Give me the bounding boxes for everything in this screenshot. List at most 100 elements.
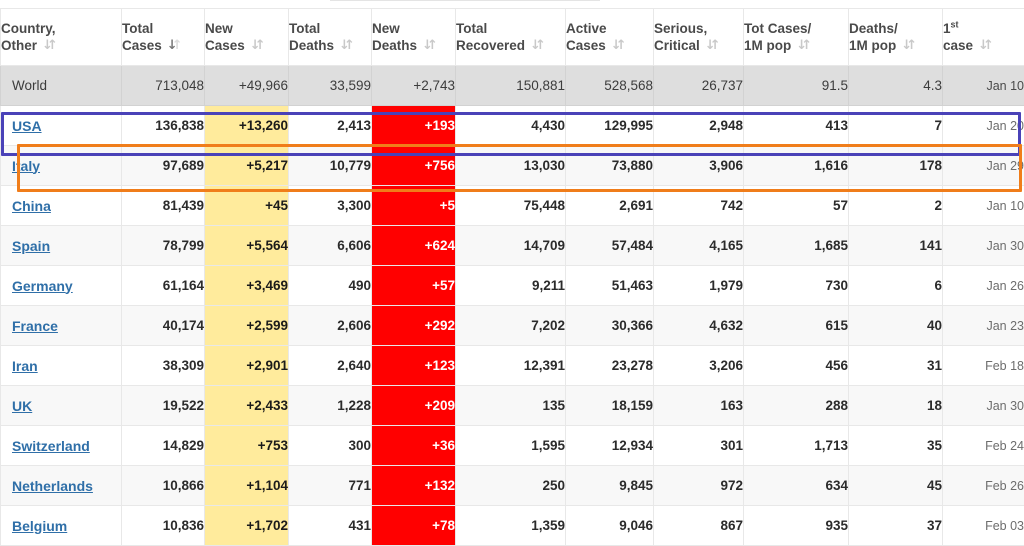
country-link[interactable]: Italy (12, 158, 40, 174)
sort-arrows-icon[interactable]: ↓↑ (250, 40, 261, 52)
sort-arrows-icon[interactable]: ↓↑ (339, 40, 350, 52)
column-header-totaldeaths[interactable]: TotalDeaths↓↑ (289, 9, 372, 66)
column-header-country[interactable]: Country,Other↓↑ (1, 9, 122, 66)
column-header-label-line: 1M pop↓↑ (744, 37, 848, 54)
cell-cases-per-1m: 1,713 (744, 426, 849, 466)
sort-arrows-icon[interactable]: ↓↑ (42, 40, 53, 52)
cell-cases-per-1m: 456 (744, 346, 849, 386)
column-header-recovered[interactable]: TotalRecovered↓↑ (456, 9, 566, 66)
cell-new-cases: +5,564 (205, 226, 289, 266)
cell-deaths-per-1m: 35 (849, 426, 943, 466)
cell-total-deaths: 3,300 (289, 186, 372, 226)
country-link[interactable]: Spain (12, 238, 50, 254)
cell-new-deaths: +57 (372, 266, 456, 306)
cell-total-recovered: 13,030 (456, 146, 566, 186)
cell-first-case: Jan 10 (943, 186, 1024, 226)
cell-country: USA (1, 106, 122, 146)
cell-active-cases: 30,366 (566, 306, 654, 346)
cell-active-cases: 2,691 (566, 186, 654, 226)
table-row: Germany61,164+3,469490+579,21151,4631,97… (1, 266, 1024, 306)
cell-cases-per-1m: 634 (744, 466, 849, 506)
sort-arrows-icon[interactable]: ↓↑ (530, 40, 541, 52)
sort-arrows-icon[interactable]: ↓↑ (611, 40, 622, 52)
country-link[interactable]: Germany (12, 278, 73, 294)
cell-active-cases: 51,463 (566, 266, 654, 306)
sort-asc-arrow-icon: ↑ (983, 40, 994, 52)
country-link[interactable]: China (12, 198, 51, 214)
cell-cases-per-1m: 57 (744, 186, 849, 226)
cell-active-cases: 18,159 (566, 386, 654, 426)
cell-total-deaths: 2,606 (289, 306, 372, 346)
cell-active-cases: 73,880 (566, 146, 654, 186)
column-header-label-line: Other↓↑ (1, 37, 121, 54)
cell-new-deaths: +36 (372, 426, 456, 466)
column-header-deathsper1m[interactable]: Deaths/1M pop↓↑ (849, 9, 943, 66)
top-cutoff-divider (330, 0, 600, 5)
column-header-label-line: Deaths↓↑ (372, 37, 455, 54)
column-header-label-line: case↓↑ (943, 37, 1024, 54)
cell-serious-critical: 163 (654, 386, 744, 426)
column-header-firstcase[interactable]: 1stcase↓↑ (943, 9, 1024, 66)
cell-country: Italy (1, 146, 122, 186)
sort-arrows-icon[interactable]: ↓↑ (796, 40, 807, 52)
cell-new-cases: +3,469 (205, 266, 289, 306)
cell-new-cases: +2,901 (205, 346, 289, 386)
cell-new-deaths: +5 (372, 186, 456, 226)
sort-arrows-icon[interactable]: ↓↑ (705, 40, 716, 52)
country-link[interactable]: France (12, 318, 58, 334)
sort-asc-arrow-icon: ↑ (172, 40, 183, 52)
country-link[interactable]: Switzerland (12, 438, 90, 454)
cell-new-deaths: +2,743 (372, 66, 456, 106)
country-link[interactable]: Iran (12, 358, 38, 374)
cell-serious-critical: 3,906 (654, 146, 744, 186)
cell-country: World (1, 66, 122, 106)
cell-total-cases: 97,689 (122, 146, 205, 186)
sort-arrows-icon[interactable]: ↓↑ (978, 40, 989, 52)
sort-arrows-icon[interactable]: ↓↑ (901, 40, 912, 52)
column-header-active[interactable]: ActiveCases↓↑ (566, 9, 654, 66)
cell-first-case: Jan 30 (943, 386, 1024, 426)
column-header-totalcases[interactable]: TotalCases↓↑ (122, 9, 205, 66)
cell-deaths-per-1m: 18 (849, 386, 943, 426)
cell-deaths-per-1m: 7 (849, 106, 943, 146)
table-row: USA136,838+13,2602,413+1934,430129,9952,… (1, 106, 1024, 146)
sort-asc-arrow-icon: ↑ (344, 40, 355, 52)
column-header-label-line: Total (456, 20, 565, 37)
country-link[interactable]: UK (12, 398, 32, 414)
column-header-casesper1m[interactable]: Tot Cases/1M pop↓↑ (744, 9, 849, 66)
country-link[interactable]: Netherlands (12, 478, 93, 494)
cell-cases-per-1m: 730 (744, 266, 849, 306)
column-header-label-line: 1st (943, 20, 1024, 37)
cell-total-deaths: 2,640 (289, 346, 372, 386)
cell-total-recovered: 250 (456, 466, 566, 506)
cell-new-cases: +13,260 (205, 106, 289, 146)
column-header-label-line: 1M pop↓↑ (849, 37, 942, 54)
cell-total-recovered: 7,202 (456, 306, 566, 346)
column-header-newcases[interactable]: NewCases↓↑ (205, 9, 289, 66)
cell-total-recovered: 1,595 (456, 426, 566, 466)
table-row: Spain78,799+5,5646,606+62414,70957,4844,… (1, 226, 1024, 266)
cell-new-cases: +5,217 (205, 146, 289, 186)
cell-total-recovered: 14,709 (456, 226, 566, 266)
table-header: Country,Other↓↑TotalCases↓↑NewCases↓↑Tot… (1, 9, 1024, 66)
cell-deaths-per-1m: 141 (849, 226, 943, 266)
country-link[interactable]: USA (12, 118, 42, 134)
cell-total-deaths: 300 (289, 426, 372, 466)
sort-asc-arrow-icon: ↑ (535, 40, 546, 52)
cell-total-deaths: 490 (289, 266, 372, 306)
cell-cases-per-1m: 1,685 (744, 226, 849, 266)
table-row: Switzerland14,829+753300+361,59512,93430… (1, 426, 1024, 466)
cell-first-case: Jan 30 (943, 226, 1024, 266)
column-header-serious[interactable]: Serious,Critical↓↑ (654, 9, 744, 66)
column-header-newdeaths[interactable]: NewDeaths↓↑ (372, 9, 456, 66)
cell-deaths-per-1m: 2 (849, 186, 943, 226)
sort-arrows-icon[interactable]: ↓↑ (422, 40, 433, 52)
sort-asc-arrow-icon: ↑ (255, 40, 266, 52)
cell-cases-per-1m: 91.5 (744, 66, 849, 106)
cell-total-cases: 10,866 (122, 466, 205, 506)
column-header-label-line: Tot Cases/ (744, 20, 848, 37)
cell-total-cases: 61,164 (122, 266, 205, 306)
sort-arrows-icon[interactable]: ↓↑ (167, 40, 178, 52)
cell-cases-per-1m: 1,616 (744, 146, 849, 186)
sort-asc-arrow-icon: ↑ (710, 40, 721, 52)
